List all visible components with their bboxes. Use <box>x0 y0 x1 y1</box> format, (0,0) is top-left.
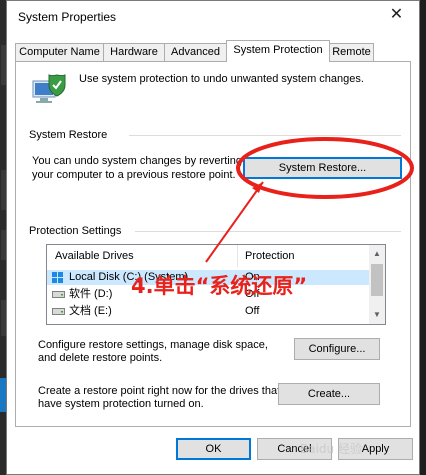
scroll-thumb[interactable] <box>371 264 383 296</box>
configure-description-line2: and delete restore points. <box>38 352 163 364</box>
configure-description-line1: Configure restore settings, manage disk … <box>38 339 268 351</box>
annotation-text: 4.单击“系统还原” <box>131 274 308 298</box>
drive-name: 软件 (D:) <box>69 288 113 300</box>
close-icon: ✕ <box>389 6 404 23</box>
create-description-line2: have system protection turned on. <box>38 398 204 410</box>
intro-text: Use system protection to undo unwanted s… <box>79 73 364 85</box>
window-title: System Properties <box>18 10 117 24</box>
close-button[interactable]: ✕ <box>374 1 419 31</box>
ok-button[interactable]: OK <box>176 438 251 460</box>
create-button[interactable]: Create... <box>278 383 380 405</box>
column-divider <box>237 245 238 267</box>
system-protection-icon <box>32 74 66 103</box>
tab-advanced[interactable]: Advanced <box>164 43 227 61</box>
tab-hardware[interactable]: Hardware <box>103 43 165 61</box>
tab-system-protection[interactable]: System Protection <box>226 40 330 62</box>
restore-description-line1: You can undo system changes by reverting <box>32 155 242 167</box>
create-description-line1: Create a restore point right now for the… <box>38 385 281 397</box>
system-restore-heading: System Restore <box>29 129 108 141</box>
drive-icon <box>52 291 65 298</box>
tab-remote[interactable]: Remote <box>329 43 374 61</box>
drive-protection: Off <box>245 305 260 317</box>
title-bar: System Properties ✕ <box>7 1 419 31</box>
system-properties-window: System Properties ✕ Computer Name Hardwa… <box>6 0 420 475</box>
column-header-protection[interactable]: Protection <box>245 245 295 267</box>
vertical-scrollbar[interactable]: ▲ ▼ <box>369 245 385 324</box>
watermark: Baidu 经验 <box>300 442 362 456</box>
system-restore-button[interactable]: System Restore... <box>243 157 402 179</box>
configure-button[interactable]: Configure... <box>294 338 380 360</box>
scroll-down-icon[interactable]: ▼ <box>369 308 385 322</box>
windows-drive-icon <box>52 272 63 283</box>
column-header-drives[interactable]: Available Drives <box>55 245 134 267</box>
protection-settings-heading: Protection Settings <box>29 225 122 237</box>
table-row[interactable]: 文档 (E:) Off <box>47 304 371 319</box>
divider <box>135 231 401 232</box>
restore-description-line2: your computer to a previous restore poin… <box>32 169 236 181</box>
scroll-up-icon[interactable]: ▲ <box>369 247 385 261</box>
tab-computer-name[interactable]: Computer Name <box>15 43 104 61</box>
divider <box>129 135 401 136</box>
drive-icon <box>52 308 65 315</box>
drive-name: 文档 (E:) <box>69 305 112 317</box>
